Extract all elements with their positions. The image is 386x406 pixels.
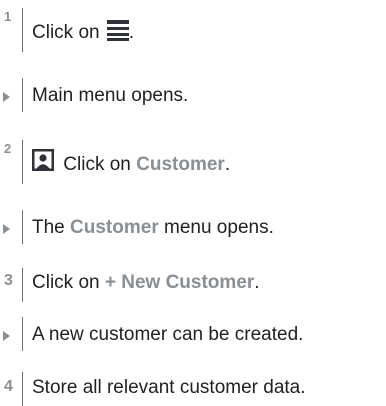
customer-link: Customer <box>136 154 225 175</box>
step-number: 2 <box>4 141 12 156</box>
step-number: 3 <box>4 272 13 289</box>
step-text-after: . <box>224 154 231 175</box>
user-icon <box>32 149 54 171</box>
step-number: 4 <box>4 378 13 395</box>
step-text-after: . <box>254 272 260 293</box>
step-text: Click on . <box>32 20 134 44</box>
triangle-right-icon <box>3 331 10 341</box>
step-text-before: Click on <box>32 22 100 43</box>
step-text-before: Click on <box>63 154 131 175</box>
result-text: Main menu opens. <box>32 85 189 106</box>
step-text: Click on Customer. <box>32 149 230 176</box>
result-divider <box>22 317 23 351</box>
result-text-after: menu opens. <box>164 217 274 238</box>
step-divider <box>22 268 23 302</box>
result-text: A new customer can be created. <box>32 324 304 345</box>
customer-menu-label: Customer <box>70 217 159 238</box>
result-divider <box>22 78 23 112</box>
step-text: Store all relevant customer data. <box>32 377 306 398</box>
result-divider <box>22 210 23 244</box>
step-text-before: Click on <box>32 272 100 293</box>
result-text-before: The <box>32 217 65 238</box>
triangle-right-icon <box>3 224 10 234</box>
step-text-after: . <box>128 22 135 43</box>
step-divider <box>22 372 23 406</box>
step-divider <box>22 140 23 184</box>
new-customer-link: + New Customer <box>104 272 255 293</box>
result-text: The Customer menu opens. <box>32 217 274 239</box>
triangle-right-icon <box>3 92 10 102</box>
step-text: Click on + New Customer. <box>32 272 260 294</box>
hamburger-menu-icon <box>106 20 129 41</box>
step-divider <box>22 8 23 52</box>
step-number: 1 <box>4 9 12 24</box>
